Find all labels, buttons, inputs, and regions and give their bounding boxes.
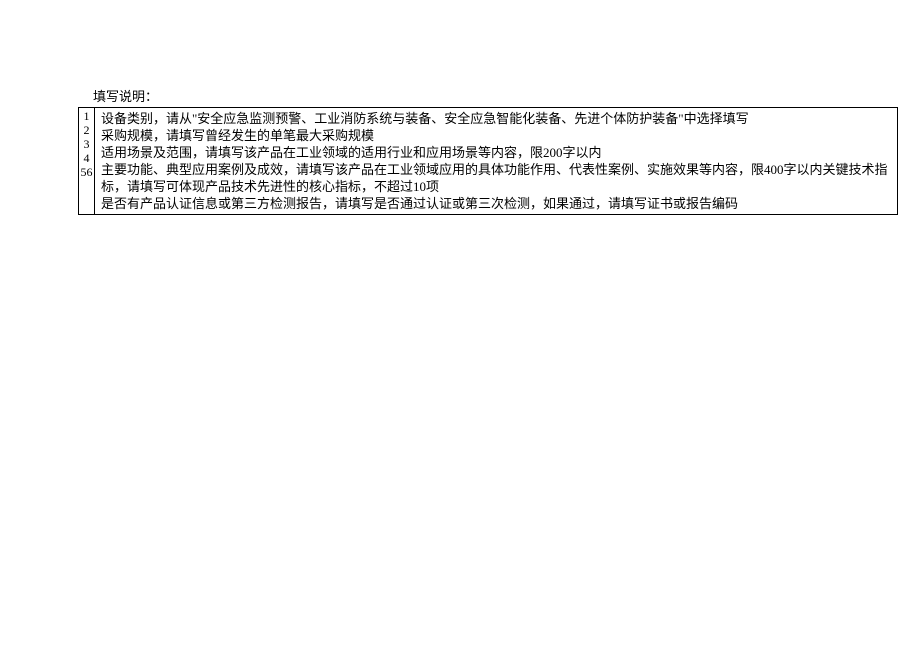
- instruction-item: 主要功能、典型应用案例及成效，请填写该产品在工业领域应用的具体功能作用、代表性案…: [101, 161, 893, 195]
- number-column: 1 2 3 4 56: [79, 108, 95, 214]
- row-number: 2: [84, 123, 90, 137]
- instruction-item: 是否有产品认证信息或第三方检测报告，请填写是否通过认证或第三次检测，如果通过，请…: [101, 195, 893, 212]
- row-number: 56: [81, 165, 93, 179]
- document-wrapper: 填写说明： 1 2 3 4 56 设备类别，请从"安全应急监测预警、工业消防系统…: [0, 0, 920, 215]
- row-number: 1: [84, 109, 90, 123]
- row-number: 3: [84, 137, 90, 151]
- instruction-item: 适用场景及范围，请填写该产品在工业领域的适用行业和应用场景等内容，限200字以内: [101, 144, 893, 161]
- instruction-item: 设备类别，请从"安全应急监测预警、工业消防系统与装备、安全应急智能化装备、先进个…: [101, 110, 893, 127]
- instructions-table: 1 2 3 4 56 设备类别，请从"安全应急监测预警、工业消防系统与装备、安全…: [78, 107, 898, 215]
- instruction-item: 采购规模，请填写曾经发生的单笔最大采购规模: [101, 127, 893, 144]
- instructions-title: 填写说明：: [78, 88, 898, 106]
- content-column: 设备类别，请从"安全应急监测预警、工业消防系统与装备、安全应急智能化装备、先进个…: [95, 108, 897, 214]
- row-number: 4: [84, 151, 90, 165]
